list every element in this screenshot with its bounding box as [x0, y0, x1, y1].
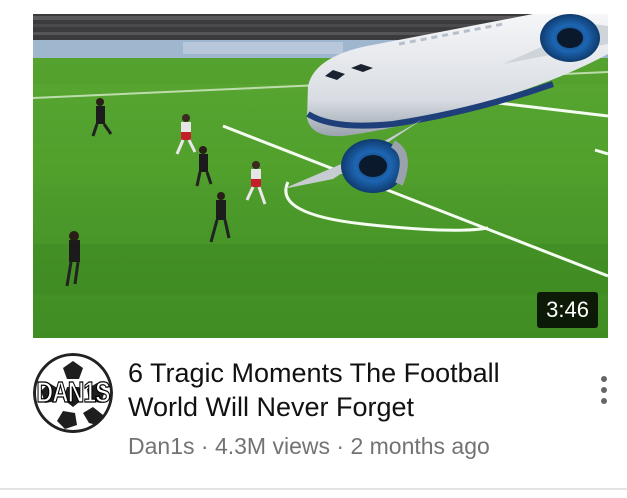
video-meta: 6 Tragic Moments The Football World Will…	[128, 356, 568, 460]
more-vertical-icon[interactable]	[594, 374, 614, 406]
channel-avatar[interactable]: DAN1S	[33, 353, 113, 433]
video-thumbnail[interactable]: 3:46	[33, 14, 608, 338]
view-count: 4.3M views	[214, 433, 330, 459]
channel-name[interactable]: Dan1s	[128, 433, 194, 459]
upload-age: 2 months ago	[350, 433, 490, 459]
video-title[interactable]: 6 Tragic Moments The Football World Will…	[128, 356, 568, 424]
channel-logo-text: DAN1S	[36, 375, 111, 409]
video-subline: Dan1s · 4.3M views · 2 months ago	[128, 432, 568, 460]
menu-dot	[601, 398, 607, 404]
menu-dot	[601, 387, 607, 393]
meta-separator: ·	[336, 433, 345, 459]
divider	[0, 488, 627, 490]
meta-separator: ·	[200, 433, 209, 459]
duration-badge: 3:46	[537, 292, 598, 328]
menu-dot	[601, 376, 607, 382]
thumbnail-image	[33, 14, 608, 338]
